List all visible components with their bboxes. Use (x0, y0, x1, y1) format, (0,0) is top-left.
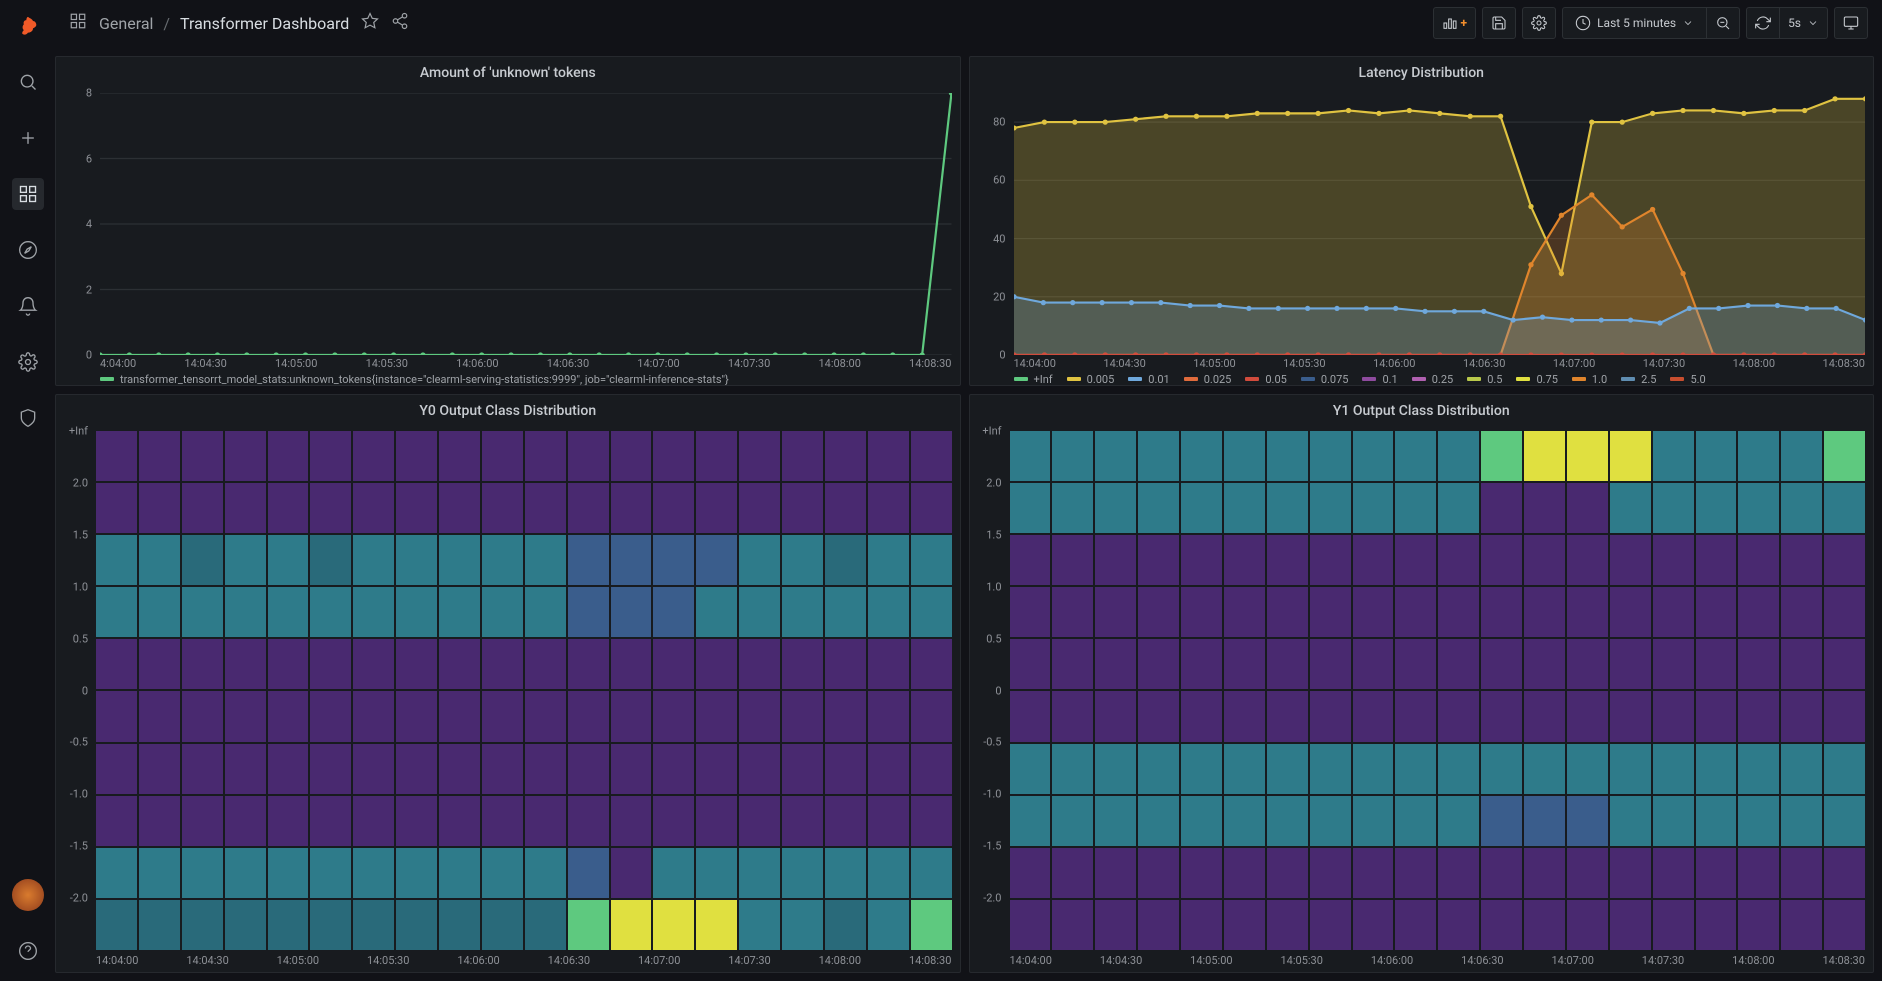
side-nav (0, 0, 55, 981)
nav-dashboards-icon[interactable] (12, 178, 44, 210)
panel-y0-heatmap[interactable]: Y0 Output Class Distribution +Inf2.01.51… (55, 394, 961, 973)
y-axis: 020406080 (970, 93, 1010, 355)
dashboard-grid-icon (69, 12, 87, 34)
breadcrumb-folder[interactable]: General (99, 14, 153, 33)
legend: transformer_tensorrt_model_stats:unknown… (100, 371, 952, 386)
breadcrumb: General / Transformer Dashboard (99, 14, 349, 33)
heatmap-area[interactable] (1010, 431, 1866, 950)
heatmap-area[interactable] (96, 431, 952, 950)
settings-button[interactable] (1522, 7, 1556, 39)
cycle-view-button[interactable] (1834, 7, 1868, 39)
panel-title: Y0 Output Class Distribution (56, 395, 960, 423)
grafana-logo[interactable] (12, 10, 44, 42)
panel-title: Y1 Output Class Distribution (970, 395, 1874, 423)
star-icon[interactable] (361, 12, 379, 34)
time-range-label: Last 5 minutes (1597, 16, 1676, 30)
legend[interactable]: +Inf0.0050.010.0250.050.0750.10.250.50.7… (1014, 371, 1866, 386)
nav-admin-icon[interactable] (12, 402, 44, 434)
share-icon[interactable] (391, 12, 409, 34)
panel-unknown-tokens[interactable]: Amount of 'unknown' tokens 02468 4:04:00… (55, 56, 961, 386)
nav-create-icon[interactable] (12, 122, 44, 154)
panel-latency[interactable]: Latency Distribution 020406080 14:04:001… (969, 56, 1875, 386)
y-axis: +Inf2.01.51.00.50-0.5-1.0-1.5-2.0 (56, 431, 92, 950)
nav-help-icon[interactable] (12, 935, 44, 967)
save-button[interactable] (1482, 7, 1516, 39)
nav-alerting-icon[interactable] (12, 290, 44, 322)
nav-explore-icon[interactable] (12, 234, 44, 266)
x-axis: 14:04:0014:04:3014:05:0014:05:3014:06:00… (1014, 357, 1866, 371)
nav-user-avatar[interactable] (12, 879, 44, 911)
add-panel-button[interactable]: + (1433, 7, 1477, 39)
chevron-down-icon (1682, 17, 1694, 29)
refresh-interval-label: 5s (1788, 16, 1801, 30)
toolbar: + Last 5 minutes 5s (1433, 7, 1868, 39)
x-axis: 14:04:0014:04:3014:05:0014:05:3014:06:00… (96, 954, 952, 968)
nav-config-icon[interactable] (12, 346, 44, 378)
panel-y1-heatmap[interactable]: Y1 Output Class Distribution +Inf2.01.51… (969, 394, 1875, 973)
refresh-interval-picker[interactable]: 5s (1780, 7, 1828, 39)
zoom-out-button[interactable] (1707, 7, 1740, 39)
top-bar: General / Transformer Dashboard + Last 5… (55, 0, 1882, 46)
y-axis: 02468 (56, 93, 96, 355)
panel-grid: Amount of 'unknown' tokens 02468 4:04:00… (55, 56, 1874, 973)
breadcrumb-sep: / (163, 14, 170, 33)
page-title[interactable]: Transformer Dashboard (180, 14, 349, 33)
refresh-button[interactable] (1746, 7, 1780, 39)
chart-area[interactable] (1014, 93, 1866, 355)
nav-search-icon[interactable] (12, 66, 44, 98)
x-axis: 4:04:0014:04:3014:05:0014:05:3014:06:001… (100, 357, 952, 371)
time-range-picker[interactable]: Last 5 minutes (1562, 7, 1707, 39)
panel-title: Amount of 'unknown' tokens (56, 57, 960, 85)
chart-area[interactable] (100, 93, 952, 355)
y-axis: +Inf2.01.51.00.50-0.5-1.0-1.5-2.0 (970, 431, 1006, 950)
chevron-down-icon (1807, 17, 1819, 29)
x-axis: 14:04:0014:04:3014:05:0014:05:3014:06:00… (1010, 954, 1866, 968)
panel-title: Latency Distribution (970, 57, 1874, 85)
